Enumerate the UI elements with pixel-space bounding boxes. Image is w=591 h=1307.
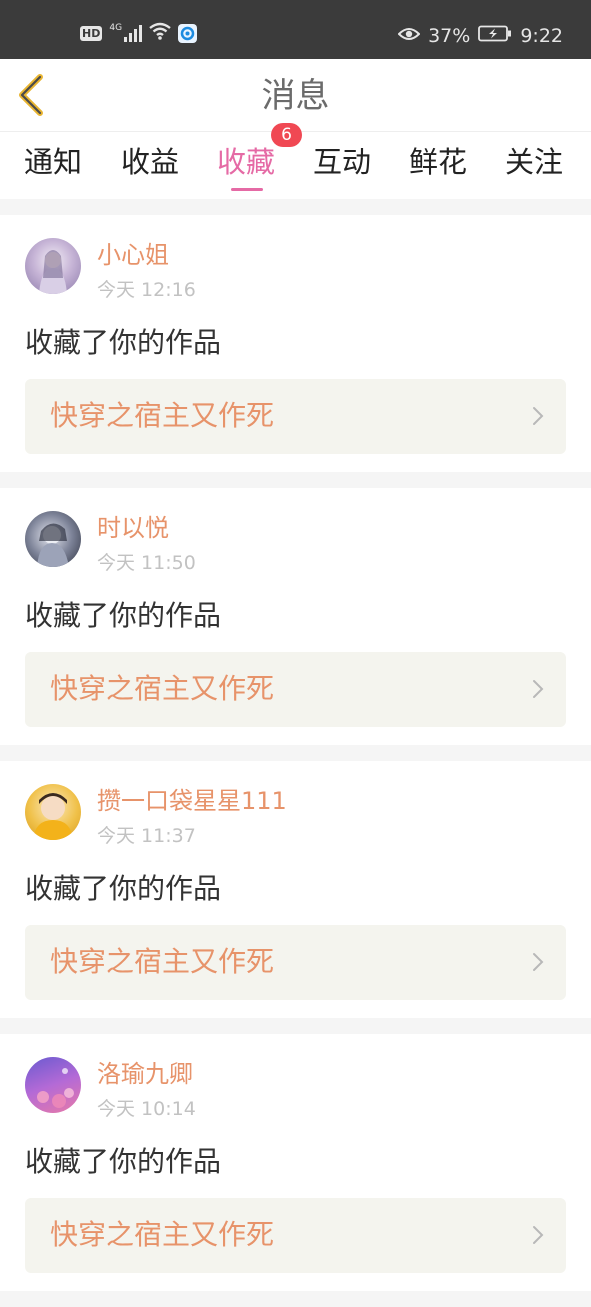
- favorites-count-badge: 6: [271, 123, 302, 147]
- message-list: 小心姐 今天 12:16 收藏了你的作品 快穿之宿主又作死 时以悦 今天 11:…: [0, 215, 591, 1307]
- message-time: 今天 11:50: [97, 552, 196, 574]
- tab-follows[interactable]: 关注: [505, 144, 563, 180]
- wifi-icon: [149, 22, 171, 44]
- app-notification-icon: [178, 23, 198, 43]
- status-bar: HD 4G 37% 9:22: [0, 0, 591, 59]
- top-nav-bar: 消息: [0, 59, 591, 132]
- message-card: 洛瑜九卿 今天 10:14 收藏了你的作品 快穿之宿主又作死: [0, 1034, 591, 1291]
- tab-earnings[interactable]: 收益: [121, 144, 179, 180]
- avatar[interactable]: [25, 784, 81, 840]
- work-link-card[interactable]: 快穿之宿主又作死: [25, 925, 566, 1000]
- status-left-icons: HD 4G: [80, 22, 198, 44]
- user-name[interactable]: 时以悦: [97, 513, 169, 543]
- network-label: 4G: [109, 23, 123, 33]
- chevron-right-icon: [533, 680, 544, 698]
- battery-percent: 37%: [428, 25, 471, 47]
- work-title: 快穿之宿主又作死: [50, 945, 275, 978]
- message-text: 收藏了你的作品: [25, 1145, 222, 1178]
- message-card: 时以悦 今天 11:50 收藏了你的作品 快穿之宿主又作死: [0, 488, 591, 745]
- chevron-right-icon: [533, 407, 544, 425]
- chevron-right-icon: [533, 1226, 544, 1244]
- work-link-card[interactable]: 快穿之宿主又作死: [25, 1198, 566, 1273]
- user-name[interactable]: 小心姐: [97, 240, 169, 270]
- message-card: 攒一口袋星星111 今天 11:37 收藏了你的作品 快穿之宿主又作死: [0, 761, 591, 1018]
- message-time: 今天 12:16: [97, 279, 196, 301]
- user-name[interactable]: 洛瑜九卿: [97, 1059, 193, 1089]
- message-text: 收藏了你的作品: [25, 872, 222, 905]
- message-time: 今天 10:14: [97, 1098, 196, 1120]
- tab-interactions[interactable]: 互动: [313, 144, 371, 180]
- work-link-card[interactable]: 快穿之宿主又作死: [25, 379, 566, 454]
- message-time: 今天 11:37: [97, 825, 196, 847]
- avatar[interactable]: [25, 1057, 81, 1113]
- message-card: 小心姐 今天 12:16 收藏了你的作品 快穿之宿主又作死: [0, 215, 591, 472]
- eye-icon: [397, 22, 421, 50]
- message-text: 收藏了你的作品: [25, 599, 222, 632]
- status-time: 9:22: [520, 25, 563, 47]
- signal-icon: 4G: [109, 23, 143, 42]
- work-title: 快穿之宿主又作死: [50, 1218, 275, 1251]
- message-text: 收藏了你的作品: [25, 326, 222, 359]
- page-title: 消息: [261, 76, 330, 116]
- tab-flowers[interactable]: 鲜花: [409, 144, 467, 180]
- status-right-icons: 37% 9:22: [397, 22, 563, 50]
- user-name[interactable]: 攒一口袋星星111: [97, 786, 287, 816]
- avatar[interactable]: [25, 511, 81, 567]
- hd-icon: HD: [80, 25, 103, 41]
- work-link-card[interactable]: 快穿之宿主又作死: [25, 652, 566, 727]
- active-tab-indicator: [231, 188, 263, 191]
- avatar[interactable]: [25, 238, 81, 294]
- battery-icon: [478, 22, 512, 50]
- tab-favorites[interactable]: 收藏: [217, 144, 275, 180]
- tab-notifications[interactable]: 通知: [24, 144, 82, 180]
- work-title: 快穿之宿主又作死: [50, 399, 275, 432]
- chevron-right-icon: [533, 953, 544, 971]
- work-title: 快穿之宿主又作死: [50, 672, 275, 705]
